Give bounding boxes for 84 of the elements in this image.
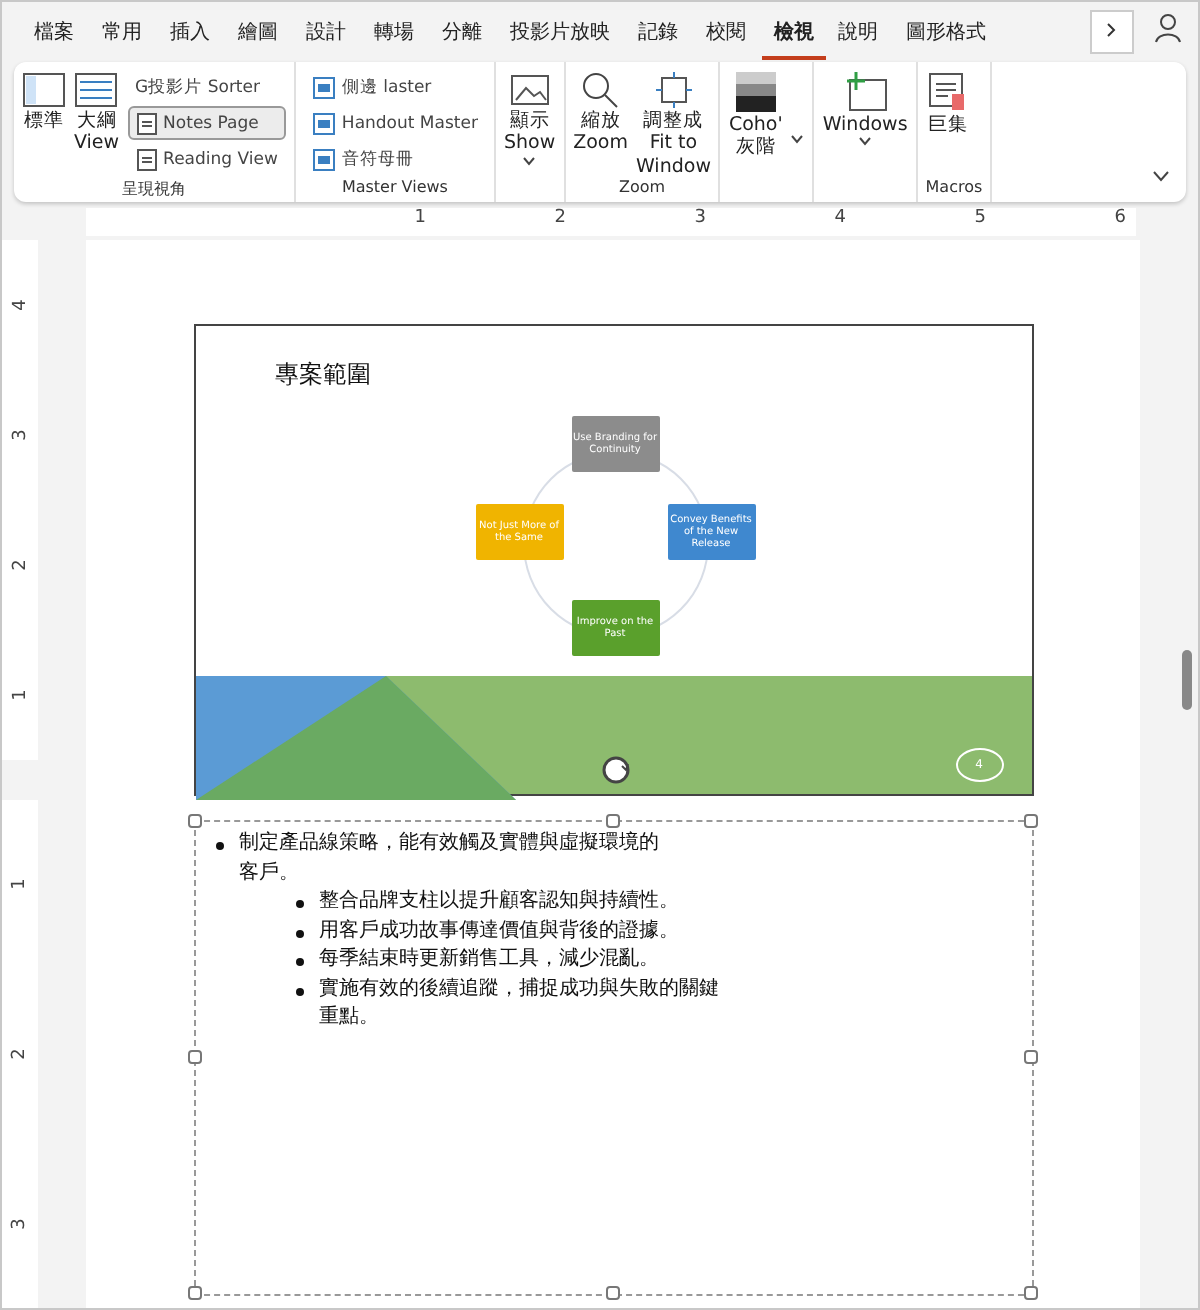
normal-view-icon bbox=[22, 70, 66, 110]
magnifier-icon bbox=[580, 70, 621, 110]
page-icon bbox=[135, 111, 158, 135]
note-text: 制定產品線策略，能有效觸及實體與虛擬環境的客戶。 bbox=[239, 830, 659, 887]
scrollbar-thumb[interactable] bbox=[1182, 650, 1192, 710]
bullet-icon bbox=[295, 929, 303, 937]
ruler-number: 3 bbox=[692, 208, 706, 232]
ribbon-tab[interactable]: 檔案 bbox=[22, 5, 86, 59]
fit-window-icon bbox=[653, 70, 694, 110]
ruler-number: 2 bbox=[552, 208, 566, 232]
note-text: 每季結束時更新銷售工具，減少混亂。 bbox=[319, 946, 661, 974]
macros-button[interactable]: 巨集 bbox=[925, 66, 970, 178]
slide-title: 專案範圍 bbox=[275, 358, 373, 392]
ribbon-tab[interactable]: 圖形格式 bbox=[894, 5, 998, 59]
ruler-number: 2 bbox=[8, 559, 32, 571]
picture-icon bbox=[507, 70, 552, 110]
group-label: 呈現視角 bbox=[119, 178, 188, 202]
page-icon bbox=[135, 147, 158, 171]
ruler-number: 1 bbox=[8, 689, 32, 701]
ruler-number: 1 bbox=[412, 208, 426, 232]
view-option[interactable]: Notes Page bbox=[127, 106, 286, 140]
ruler-number: 4 bbox=[832, 208, 846, 232]
resize-handle[interactable] bbox=[605, 814, 619, 828]
ruler-number: 3 bbox=[8, 429, 32, 441]
ribbon-tab[interactable]: 插入 bbox=[158, 5, 222, 59]
collapse-caret-icon bbox=[1152, 170, 1170, 182]
resize-handle[interactable] bbox=[1023, 1050, 1037, 1064]
ruler-number: 4 bbox=[8, 299, 32, 311]
slide-master-icon bbox=[311, 75, 336, 99]
ribbon-tab[interactable]: 繪圖 bbox=[226, 5, 290, 59]
ribbon-tab[interactable]: 設計 bbox=[294, 5, 358, 59]
notes-text-box[interactable]: 制定產品線策略，能有效觸及實體與虛擬環境的客戶。 整合品牌支柱以提升顧客認知與持續性。 用客戶成功故事傳達價值與背後的證據。 每季結束時更新銷售工具，減少混亂。 實施有效的後續追蹤，捕捉成功與失敗的關鍵重點。 bbox=[193, 820, 1033, 1296]
slide-master-icon bbox=[311, 147, 336, 171]
grayscale-icon bbox=[733, 70, 778, 114]
resize-handle[interactable] bbox=[187, 1050, 201, 1064]
person-icon bbox=[1154, 12, 1186, 44]
group-label: Macros bbox=[925, 178, 983, 200]
resize-handle[interactable] bbox=[1023, 1286, 1037, 1300]
ruler-number: 5 bbox=[972, 208, 986, 232]
rotate-handle-icon[interactable] bbox=[599, 754, 631, 786]
ribbon-tab[interactable]: 轉場 bbox=[362, 5, 426, 59]
bullet-icon bbox=[295, 958, 303, 966]
chevron-right-icon bbox=[1106, 22, 1118, 38]
outline-view-button[interactable]: 大綱 View bbox=[74, 66, 120, 178]
windows-button[interactable]: Windows bbox=[822, 66, 908, 178]
note-text: 用客戶成功故事傳達價值與背後的證據。 bbox=[319, 917, 681, 945]
resize-handle[interactable] bbox=[187, 1286, 201, 1300]
caret-icon bbox=[858, 136, 873, 147]
note-text: 實施有效的後續追蹤，捕捉成功與失敗的關鍵重點。 bbox=[319, 975, 721, 1032]
zoom-button[interactable]: 縮放 Zoom bbox=[573, 66, 628, 179]
bullet-icon bbox=[215, 842, 223, 850]
grayscale-button[interactable]: Coho' 灰階 bbox=[728, 66, 783, 178]
bullet-icon bbox=[295, 987, 303, 995]
ribbon-tab[interactable]: 投影片放映 bbox=[498, 5, 622, 59]
ruler-number: 3 bbox=[8, 1217, 32, 1229]
master-view-option[interactable]: Handout Master bbox=[303, 106, 486, 140]
slide-master-icon bbox=[311, 111, 336, 135]
group-label: Master Views bbox=[339, 178, 450, 200]
outline-view-icon bbox=[74, 70, 119, 110]
ribbon-tab[interactable]: 說明 bbox=[826, 5, 890, 59]
resize-handle[interactable] bbox=[187, 814, 201, 828]
resize-handle[interactable] bbox=[605, 1286, 619, 1300]
group-label: Zoom bbox=[617, 178, 668, 201]
resize-handle[interactable] bbox=[1023, 814, 1037, 828]
caret-icon bbox=[522, 155, 537, 166]
caret-icon bbox=[790, 134, 805, 144]
ribbon-tab[interactable]: 分離 bbox=[430, 5, 494, 59]
master-view-option[interactable]: 音符母冊 bbox=[303, 142, 486, 176]
ribbon-tab[interactable]: 記錄 bbox=[626, 5, 690, 59]
fit-to-window-button[interactable]: 調整成 Fit to Window bbox=[636, 66, 711, 179]
view-option[interactable]: G投影片 Sorter bbox=[127, 70, 286, 104]
bullet-icon bbox=[295, 900, 303, 908]
note-text: 整合品牌支柱以提升顧客認知與持續性。 bbox=[319, 888, 681, 916]
macro-icon bbox=[925, 70, 970, 114]
ruler-number: 6 bbox=[1112, 208, 1126, 232]
view-option[interactable]: Reading View bbox=[127, 142, 286, 176]
master-view-option[interactable]: 側邊 laster bbox=[303, 70, 486, 104]
ruler-number: 2 bbox=[8, 1048, 32, 1060]
show-button[interactable]: 顯示 Show bbox=[503, 66, 556, 178]
ruler-number: 1 bbox=[8, 878, 32, 891]
normal-view-button[interactable]: 標準 bbox=[22, 66, 66, 178]
ribbon-tab[interactable]: 校閱 bbox=[694, 5, 758, 59]
ribbon-tab[interactable]: 常用 bbox=[90, 5, 154, 59]
new-window-icon bbox=[841, 70, 890, 114]
